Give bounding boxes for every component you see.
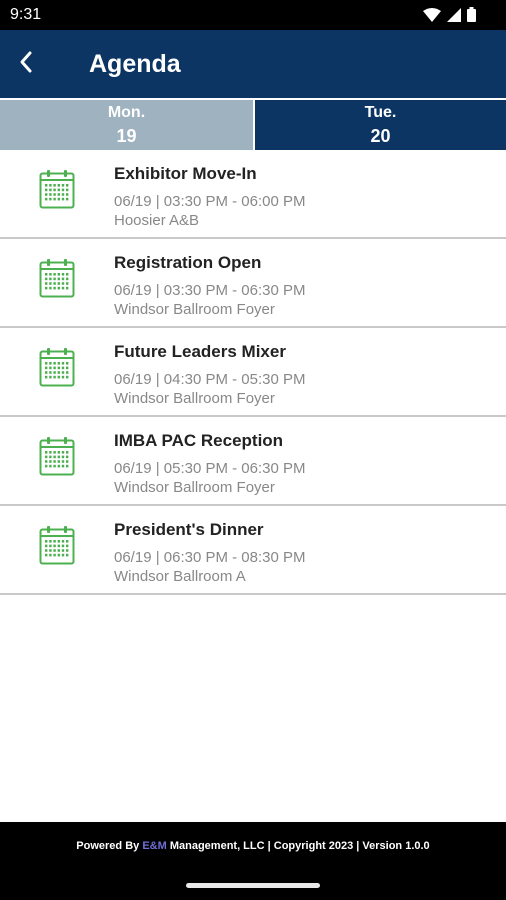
agenda-item[interactable]: Exhibitor Move-In 06/19 | 03:30 PM - 06:…: [0, 150, 506, 239]
agenda-item-time: 06/19 | 03:30 PM - 06:00 PM: [114, 193, 306, 210]
footer: Powered By E&M Management, LLC | Copyrig…: [0, 822, 506, 900]
footer-credits: Powered By E&M Management, LLC | Copyrig…: [0, 840, 506, 852]
agenda-item-time: 06/19 | 04:30 PM - 05:30 PM: [114, 371, 306, 388]
app-bar: Agenda: [0, 30, 506, 98]
agenda-item-title: IMBA PAC Reception: [114, 431, 284, 450]
agenda-item-title: Exhibitor Move-In: [114, 164, 257, 183]
chevron-left-icon: [18, 50, 34, 79]
agenda-item-location: Windsor Ballroom Foyer: [114, 390, 275, 407]
agenda-item[interactable]: President's Dinner 06/19 | 06:30 PM - 08…: [0, 506, 506, 595]
agenda-item[interactable]: IMBA PAC Reception 06/19 | 05:30 PM - 06…: [0, 417, 506, 506]
home-indicator[interactable]: [186, 883, 320, 888]
status-bar: 9:31: [0, 0, 506, 30]
agenda-item-time: 06/19 | 03:30 PM - 06:30 PM: [114, 282, 306, 299]
agenda-item-location: Windsor Ballroom Foyer: [114, 301, 275, 318]
calendar-icon: [39, 169, 75, 209]
footer-suffix: Management, LLC | Copyright 2023 | Versi…: [166, 840, 430, 852]
tab-monday[interactable]: Mon. 19: [0, 100, 253, 150]
status-icons: [423, 7, 476, 27]
calendar-icon: [39, 347, 75, 387]
footer-brand-link[interactable]: E&M: [142, 840, 166, 852]
agenda-item-title: Registration Open: [114, 253, 262, 272]
agenda-item-location: Windsor Ballroom Foyer: [114, 479, 275, 496]
agenda-item-title: Future Leaders Mixer: [114, 342, 286, 361]
agenda-item-time: 06/19 | 05:30 PM - 06:30 PM: [114, 460, 306, 477]
agenda-item[interactable]: Future Leaders Mixer 06/19 | 04:30 PM - …: [0, 328, 506, 417]
status-time: 9:31: [10, 6, 42, 23]
tab-day-label: Tue.: [364, 104, 397, 121]
agenda-item-location: Hoosier A&B: [114, 212, 200, 229]
agenda-item-title: President's Dinner: [114, 520, 264, 539]
tab-tuesday[interactable]: Tue. 20: [255, 100, 506, 150]
back-button[interactable]: [6, 44, 46, 84]
calendar-icon: [39, 436, 75, 476]
agenda-item[interactable]: Registration Open 06/19 | 03:30 PM - 06:…: [0, 239, 506, 328]
tab-day-label: Mon.: [107, 104, 146, 121]
tab-date-label: 20: [370, 126, 391, 146]
tab-date-label: 19: [116, 126, 137, 146]
agenda-item-time: 06/19 | 06:30 PM - 08:30 PM: [114, 549, 306, 566]
calendar-icon: [39, 525, 75, 565]
agenda-item-location: Windsor Ballroom A: [114, 568, 246, 585]
agenda-list: Exhibitor Move-In 06/19 | 03:30 PM - 06:…: [0, 150, 506, 595]
day-tabs: Mon. 19 Tue. 20: [0, 100, 506, 150]
footer-prefix: Powered By: [76, 840, 143, 852]
battery-icon: [467, 7, 476, 27]
signal-icon: [447, 7, 461, 27]
wifi-icon: [423, 7, 441, 27]
page-title: Agenda: [89, 50, 181, 78]
calendar-icon: [39, 258, 75, 298]
